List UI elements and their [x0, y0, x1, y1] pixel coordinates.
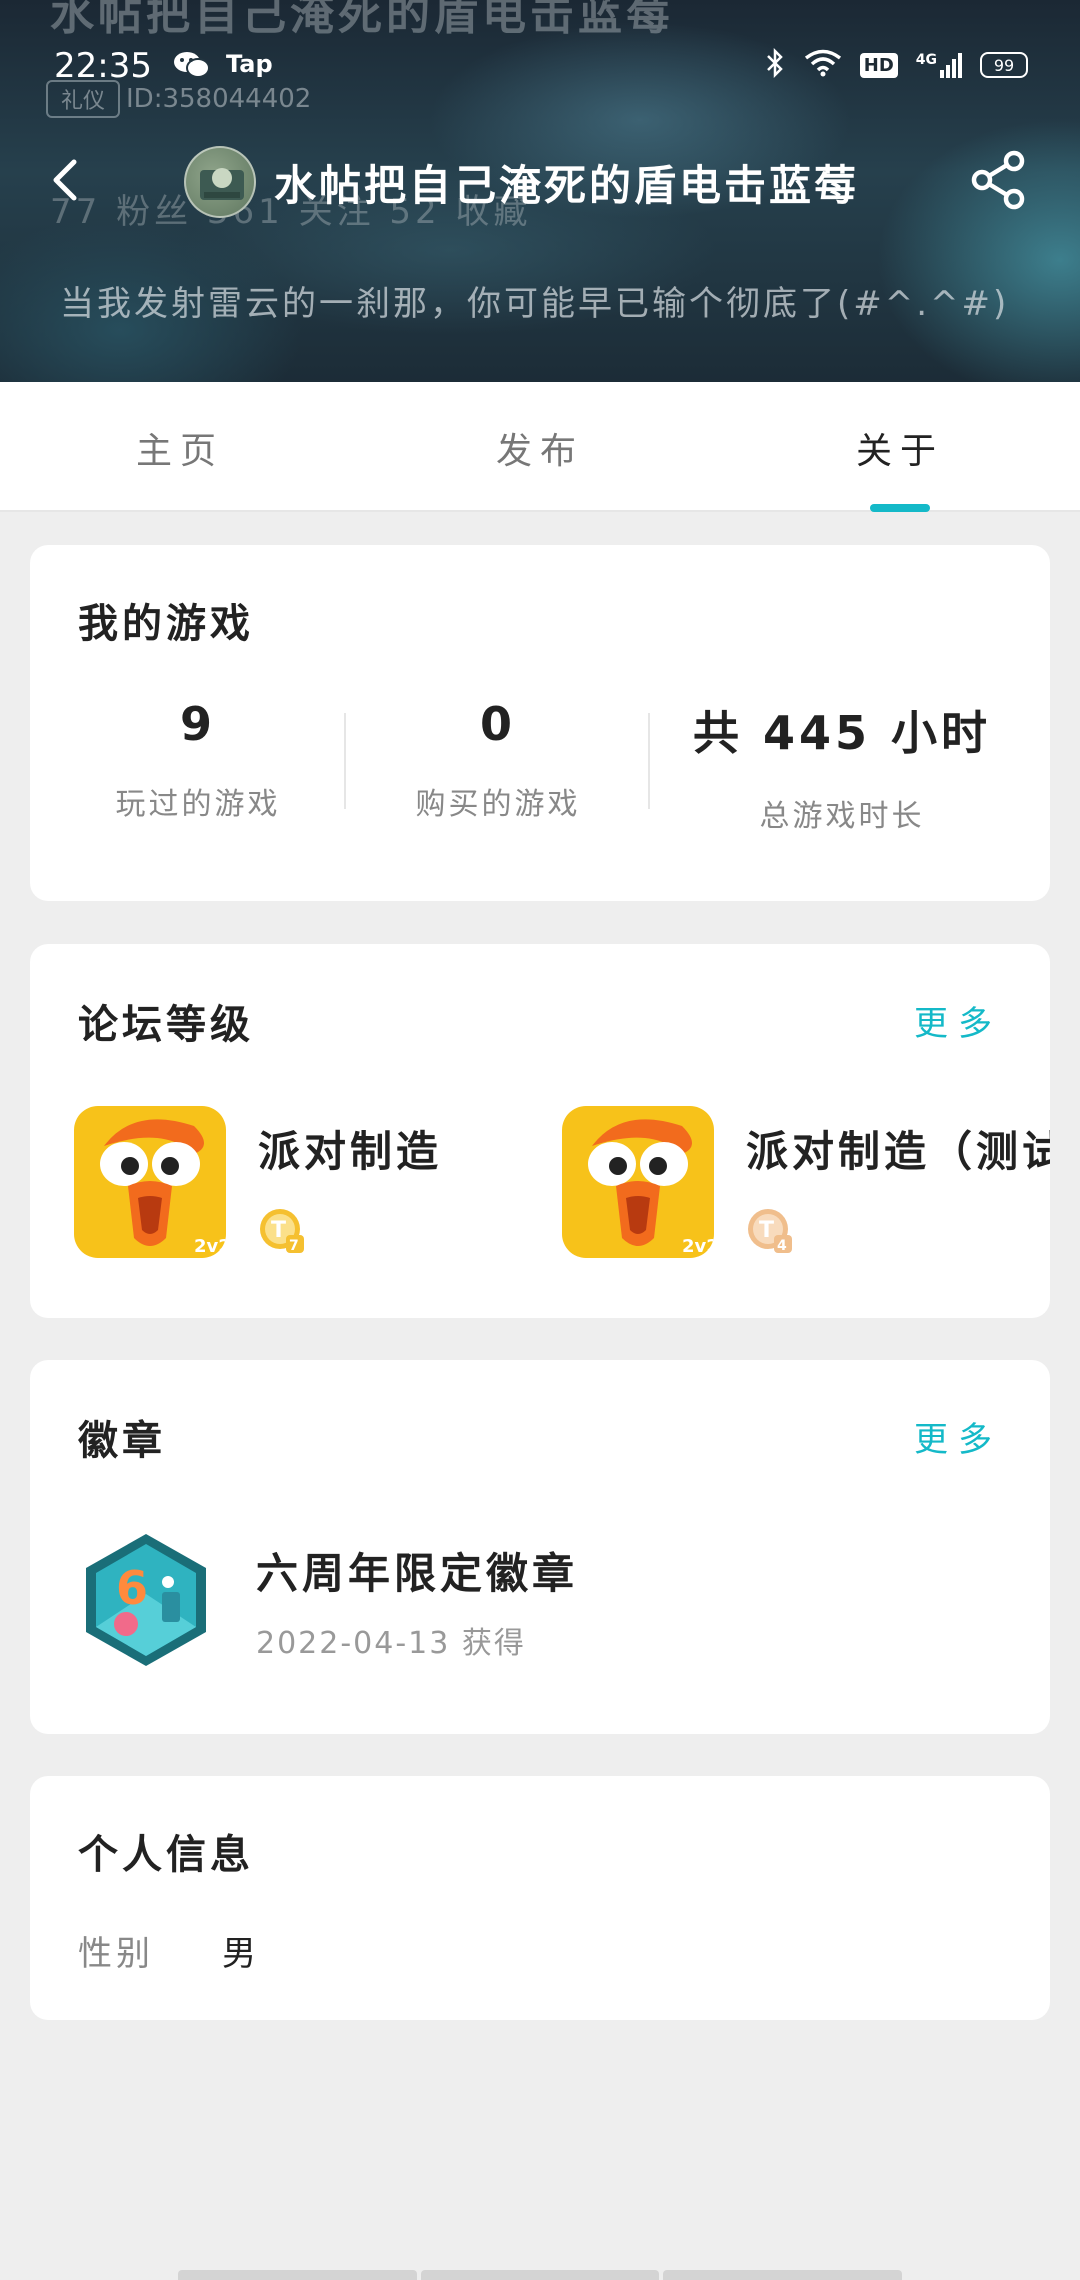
signal-icon: 4G — [916, 52, 962, 78]
stat-play-time[interactable]: 共 445 小时 总游戏时长 — [692, 697, 992, 835]
my-games-title: 我的游戏 — [78, 601, 254, 647]
profile-tabs: 主页 发布 关于 — [0, 382, 1080, 512]
nav-segment — [420, 2270, 660, 2280]
gender-label: 性别 — [78, 1934, 154, 1974]
user-bio: 当我发射雷云的一刹那，你可能早已输个彻底了(#^.^#) — [60, 284, 1010, 324]
stat-label: 总游戏时长 — [759, 799, 925, 834]
party-game-icon: 2v2 — [74, 1106, 226, 1258]
personal-info-card: 个人信息 性别 男 — [30, 1776, 1050, 2020]
anniversary-badge-icon[interactable]: 6 — [82, 1532, 210, 1668]
tap-app-label: Tap — [226, 50, 273, 78]
gesture-navigation-bar[interactable] — [178, 2270, 903, 2280]
tab-home[interactable]: 主页 — [80, 422, 280, 474]
wechat-icon — [172, 50, 212, 80]
gender-value: 男 — [222, 1934, 256, 1974]
level-number: 4 — [777, 1238, 787, 1254]
user-tag: 礼仪 — [46, 80, 120, 118]
forum-game-name: 派对制造 — [258, 1127, 443, 1176]
back-button[interactable] — [40, 152, 96, 208]
active-tab-indicator — [870, 504, 930, 512]
personal-info-title: 个人信息 — [78, 1832, 254, 1878]
level-badge-icon: T 4 — [746, 1207, 794, 1255]
tab-posts[interactable]: 发布 — [440, 422, 640, 474]
nav-segment — [663, 2270, 903, 2280]
share-icon — [971, 150, 1025, 210]
stat-value: 0 — [479, 697, 516, 751]
header-username: 水帖把自己淹死的盾电击蓝莓 — [274, 161, 860, 210]
stat-played-games[interactable]: 9 玩过的游戏 — [48, 697, 348, 823]
hd-badge: HD — [859, 52, 898, 78]
user-id: ID:358044402 — [126, 84, 312, 114]
network-label: 4G — [915, 52, 937, 68]
share-button[interactable] — [968, 148, 1032, 212]
status-icons: HD 4G 99 — [764, 47, 1028, 82]
forum-game-name: 派对制造（测试 — [746, 1127, 1050, 1176]
forum-item[interactable]: 2v2 派对制造 T 7 — [74, 1106, 442, 1258]
forum-level-more-link[interactable]: 更多 — [914, 996, 1002, 1045]
my-games-card: 我的游戏 9 玩过的游戏 0 购买的游戏 共 445 小时 总游戏时长 — [30, 545, 1050, 901]
svg-text:T: T — [271, 1218, 286, 1243]
nav-segment — [178, 2270, 417, 2280]
svg-text:2v2: 2v2 — [194, 1236, 226, 1257]
background-username: 水帖把自己淹死的盾电击蓝莓 — [50, 0, 674, 40]
bluetooth-icon — [764, 47, 786, 82]
forum-item[interactable]: 2v2 派对制造（测试 T 4 — [562, 1106, 1050, 1258]
stat-value: 9 — [179, 697, 216, 751]
badge-earned-date: 2022-04-13 获得 — [256, 1626, 526, 1661]
forum-level-card: 论坛等级 更多 2v2 派对制造 T 7 2v2 派对制造（测试 T 4 — [30, 944, 1050, 1318]
battery-icon: 99 — [980, 52, 1028, 78]
forum-level-title: 论坛等级 — [78, 1002, 254, 1048]
badge-name: 六周年限定徽章 — [256, 1549, 579, 1598]
divider — [648, 713, 650, 809]
party-game-icon: 2v2 — [562, 1106, 714, 1258]
stat-purchased-games[interactable]: 0 购买的游戏 — [348, 697, 648, 823]
wifi-icon — [804, 49, 842, 81]
stat-label: 购买的游戏 — [415, 787, 581, 822]
stat-label: 玩过的游戏 — [115, 787, 281, 822]
badges-title: 徽章 — [78, 1418, 166, 1464]
divider — [344, 713, 346, 809]
tab-about[interactable]: 关于 — [800, 422, 1000, 474]
avatar[interactable] — [184, 146, 256, 218]
level-badge-icon: T 7 — [258, 1207, 306, 1255]
svg-text:6: 6 — [116, 1561, 148, 1615]
profile-header: 水帖把自己淹死的盾电击蓝莓 22:35 Tap HD 4G 99 礼仪 ID:3… — [0, 0, 1080, 382]
badges-card: 徽章 更多 6 六周年限定徽章 2022-04-13 获得 — [30, 1360, 1050, 1734]
svg-text:2v2: 2v2 — [682, 1236, 714, 1257]
svg-text:T: T — [759, 1218, 774, 1243]
badges-more-link[interactable]: 更多 — [914, 1412, 1002, 1461]
stat-value: 共 445 小时 — [692, 706, 992, 760]
chevron-left-icon — [53, 159, 77, 201]
level-number: 7 — [289, 1238, 299, 1254]
